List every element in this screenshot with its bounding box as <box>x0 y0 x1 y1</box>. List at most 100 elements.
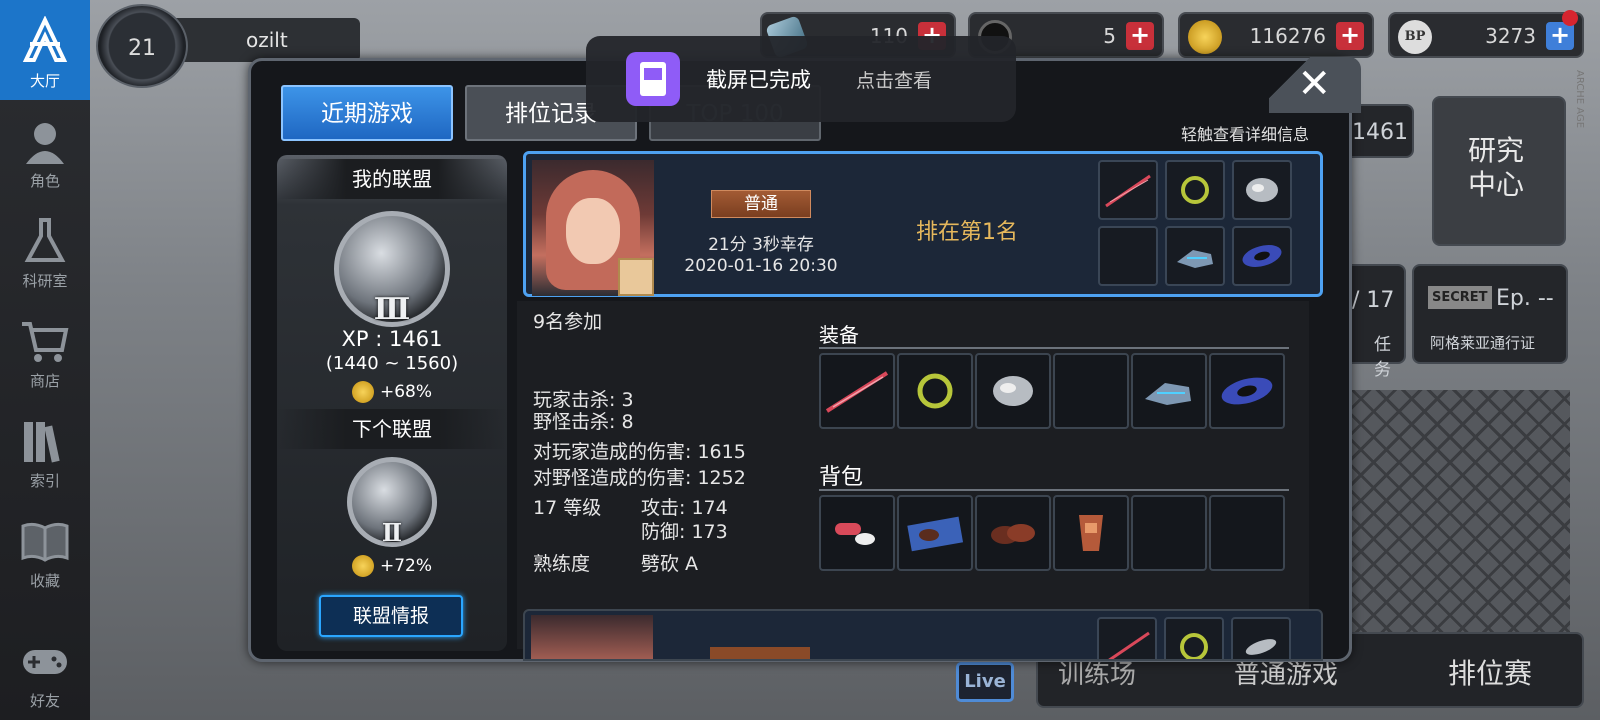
secret-label: SECRET <box>1428 286 1492 309</box>
sidebar-item-label: 好友 <box>29 692 60 710</box>
notification-dot <box>1562 10 1578 26</box>
episode-label: Ep. -- <box>1496 286 1554 311</box>
screenshot-toast[interactable]: 截屏已完成 点击查看 <box>586 36 1016 122</box>
item-slot <box>1098 160 1158 220</box>
quest-count: / 17 <box>1352 288 1395 313</box>
backpack-slot[interactable] <box>975 495 1051 571</box>
quest-label: 任务 <box>1374 335 1391 380</box>
close-button[interactable]: ✕ <box>1269 57 1361 113</box>
research-center-label: 研究 中心 <box>1468 134 1525 201</box>
equipment-slot[interactable] <box>975 353 1051 429</box>
league-info-button[interactable]: 联盟情报 <box>319 595 463 637</box>
sidebar-item-index[interactable]: 索引 <box>0 400 90 500</box>
gauntlet-icon <box>1177 250 1213 268</box>
player-level-badge[interactable]: 21 <box>96 4 188 88</box>
ranked-button[interactable]: 排位赛 <box>1448 652 1532 692</box>
tab-recent-games[interactable]: 近期游戏 <box>281 85 453 141</box>
ring-icon <box>917 373 953 409</box>
item-slot <box>1165 226 1225 286</box>
player-level: 21 <box>128 36 156 61</box>
item-slot <box>1165 160 1225 220</box>
sidebar-item-character[interactable]: 角色 <box>0 100 90 200</box>
equipment-slot[interactable] <box>897 353 973 429</box>
item-slot <box>1231 617 1291 659</box>
books-icon <box>24 422 60 463</box>
coin-icon <box>351 381 374 403</box>
pass-panel[interactable]: SECRET Ep. -- 阿格莱亚通行证 <box>1412 264 1568 364</box>
add-coins-button[interactable]: + <box>1336 22 1364 50</box>
league-panel: 我的联盟 Ⅲ XP : 1461 (1440 ~ 1560) +68% 下个联盟… <box>277 155 507 651</box>
divider <box>819 489 1289 491</box>
next-league-tier: Ⅱ <box>381 518 403 547</box>
sidebar-item-label: 科研室 <box>22 272 68 290</box>
flask-icon <box>24 218 66 262</box>
add-tickets-button[interactable]: + <box>1126 22 1154 50</box>
sidebar-item-label: 索引 <box>29 472 60 490</box>
weapon-badge-icon <box>618 258 654 296</box>
game-mode-badge: 普通 <box>711 190 811 218</box>
backpack-slot[interactable] <box>819 495 895 571</box>
backpack-slot-empty[interactable] <box>1209 495 1285 571</box>
my-league-tier: Ⅲ <box>373 292 411 327</box>
backpack-slot[interactable] <box>897 495 973 571</box>
ring-icon <box>1181 176 1209 204</box>
character-portrait <box>532 160 654 296</box>
disc-icon <box>1245 639 1277 655</box>
book-open-icon <box>21 522 69 562</box>
match-history-modal: 近期游戏 排位记录 TOP 100 ✕ 轻触查看详细信息 我的联盟 Ⅲ XP :… <box>248 57 1361 662</box>
toast-title: 截屏已完成 <box>706 68 811 92</box>
character-portrait <box>531 615 653 659</box>
next-league-bonus: +72% <box>277 555 507 577</box>
player-name: ozilt <box>246 28 288 52</box>
gamepad-icon <box>23 650 67 674</box>
coin-icon <box>1188 20 1222 54</box>
research-center-button[interactable]: 研究 中心 <box>1432 96 1566 246</box>
drink-icon <box>1079 515 1103 551</box>
pills-icon <box>835 523 875 545</box>
character-icon <box>26 123 64 164</box>
sidebar-item-lab[interactable]: 科研室 <box>0 200 90 300</box>
locked-gate <box>1330 390 1570 650</box>
sidebar-item-collection[interactable]: 收藏 <box>0 500 90 600</box>
next-bonus-value: +72% <box>379 556 433 576</box>
league-xp-range: (1440 ~ 1560) <box>325 353 459 374</box>
lobby-icon <box>22 16 68 62</box>
toast-action[interactable]: 点击查看 <box>856 66 932 93</box>
sword-icon <box>1105 174 1151 208</box>
close-icon: ✕ <box>1297 61 1331 107</box>
disc-icon <box>993 376 1033 406</box>
ticket-count: 5 <box>1103 24 1116 48</box>
match-card[interactable] <box>523 609 1323 661</box>
defense-stat: 防御: 173 <box>641 521 728 543</box>
backpack-slot[interactable] <box>1053 495 1129 571</box>
match-rank: 排在第1名 <box>916 220 1018 245</box>
disc-icon <box>1246 178 1278 202</box>
equipment-slot[interactable] <box>819 353 895 429</box>
bp-info-button[interactable]: + <box>1546 22 1574 50</box>
coin-count: 116276 <box>1249 24 1326 48</box>
gauntlet-icon <box>1145 383 1191 405</box>
equipment-slot[interactable] <box>1131 353 1207 429</box>
sword-icon <box>825 371 889 413</box>
sidebar-item-friends[interactable]: 好友 <box>0 620 90 720</box>
sidebar-item-label: 商店 <box>29 372 60 390</box>
galaxy-icon <box>1221 377 1273 405</box>
game-mode-badge <box>710 647 810 659</box>
tap-hint: 轻触查看详细信息 <box>1181 125 1310 144</box>
equipment-slot-empty[interactable] <box>1053 353 1129 429</box>
pass-label: 阿格莱亚通行证 <box>1430 334 1536 352</box>
sidebar-item-lobby[interactable]: 大厅 <box>0 0 90 100</box>
live-button[interactable]: Live <box>956 662 1014 702</box>
backpack-slot-empty[interactable] <box>1131 495 1207 571</box>
item-slot-empty <box>1098 226 1158 286</box>
survive-time: 21分 3秒幸存 <box>708 235 814 255</box>
equipment-slot[interactable] <box>1209 353 1285 429</box>
sidebar-item-label: 收藏 <box>29 572 60 590</box>
match-details: 9名参加 玩家击杀: 3 野怪击杀: 8 对玩家造成的伤害: 1615 对野怪造… <box>517 301 1309 649</box>
player-name-bar[interactable]: ozilt <box>170 18 360 62</box>
sidebar-item-shop[interactable]: 商店 <box>0 300 90 400</box>
bg-xp-value: 1461 <box>1352 120 1408 145</box>
character-level: 17 等级 <box>533 497 602 519</box>
my-league-bonus: +68% <box>277 381 507 403</box>
match-card[interactable]: 普通 21分 3秒幸存 2020-01-16 20:30 排在第1名 <box>523 151 1323 297</box>
